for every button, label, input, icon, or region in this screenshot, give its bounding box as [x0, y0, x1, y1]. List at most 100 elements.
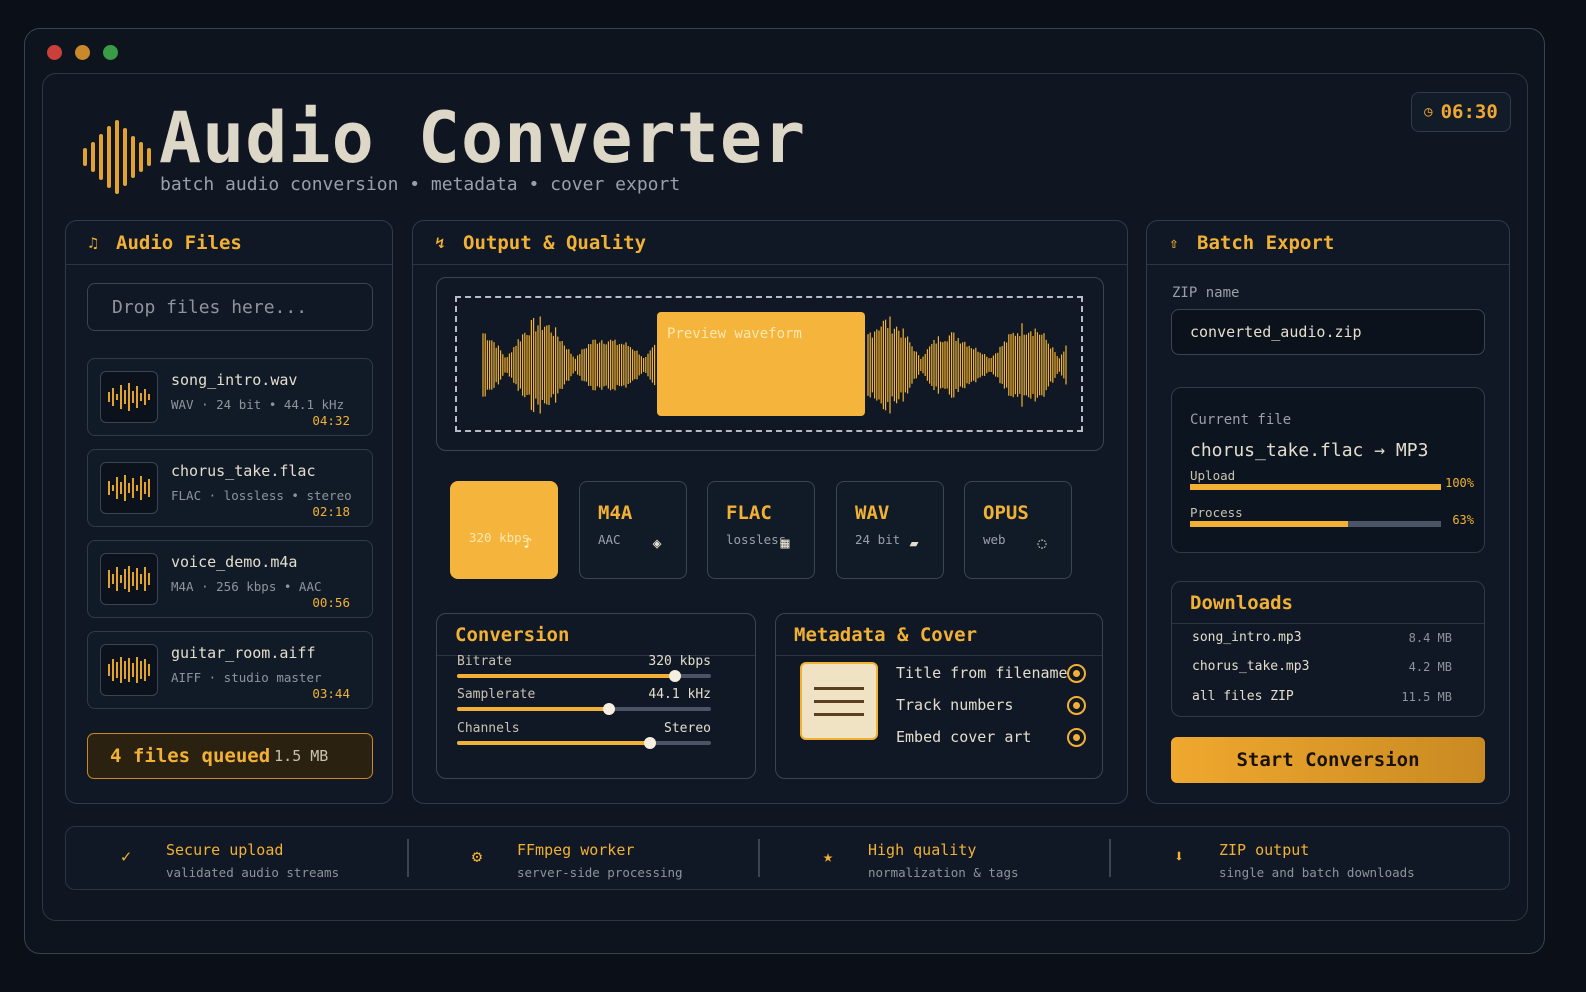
file-item[interactable]: voice_demo.m4a M4A · 256 kbps • AAC 00:5…	[87, 540, 373, 618]
download-item[interactable]: chorus_take.mp3 4.2 MB	[1192, 659, 1452, 674]
download-name: song_intro.mp3	[1192, 630, 1302, 645]
format-name: WAV	[855, 502, 890, 524]
format-option-m4a[interactable]: M4A AAC ◈	[579, 481, 687, 579]
features-bar: ✓ Secure upload validated audio streams …	[65, 826, 1510, 890]
upload-icon: ⇧	[1169, 233, 1179, 252]
file-duration: 04:32	[312, 413, 350, 428]
option-title-from-filename[interactable]: Title from filename	[896, 664, 1086, 683]
music-note-icon: ♪	[523, 534, 533, 552]
feature-sub: single and batch downloads	[1219, 865, 1415, 880]
feature-title: Secure upload	[166, 841, 284, 859]
waveform-logo-icon	[83, 120, 151, 194]
minimize-window-button[interactable]	[75, 45, 90, 60]
slider-knob[interactable]	[669, 670, 682, 682]
slider-value: 44.1 kHz	[648, 687, 711, 702]
slider-track[interactable]	[457, 703, 711, 715]
option-label: Embed cover art	[896, 728, 1032, 746]
feature-sub: server-side processing	[517, 865, 683, 880]
download-name: chorus_take.mp3	[1192, 659, 1310, 674]
slider-knob[interactable]	[644, 737, 657, 749]
conversion-title: Conversion	[437, 614, 755, 656]
progress-percent: 63%	[1452, 513, 1474, 527]
download-item[interactable]: all files ZIP 11.5 MB	[1192, 689, 1452, 704]
slider-track[interactable]	[457, 737, 711, 749]
waveform-preview[interactable]: Preview waveform	[436, 277, 1104, 451]
download-item[interactable]: song_intro.mp3 8.4 MB	[1192, 630, 1452, 645]
star-icon: ★	[822, 847, 834, 867]
option-track-numbers[interactable]: Track numbers	[896, 696, 1086, 715]
file-item[interactable]: chorus_take.flac FLAC · lossless • stere…	[87, 449, 373, 527]
feature-sub: validated audio streams	[166, 865, 340, 880]
download-name: all files ZIP	[1192, 689, 1294, 704]
option-radio[interactable]	[1067, 696, 1086, 715]
file-item[interactable]: guitar_room.aiff AIFF · studio master 03…	[87, 631, 373, 709]
slider-fill	[457, 674, 676, 678]
format-option-wav[interactable]: WAV 24 bit ▰	[836, 481, 944, 579]
cover-art-thumbnail[interactable]	[800, 662, 878, 740]
file-meta: M4A · 256 kbps • AAC	[171, 579, 322, 594]
zip-name-input[interactable]: converted_audio.zip	[1171, 309, 1485, 355]
lightning-icon: ↯	[435, 233, 445, 252]
option-radio[interactable]	[1067, 664, 1086, 683]
audio-files-title: Audio Files	[116, 231, 242, 254]
slider-fill	[457, 741, 651, 745]
format-sub: web	[983, 532, 1006, 547]
option-embed-cover-art[interactable]: Embed cover art	[896, 728, 1086, 747]
format-option-flac[interactable]: FLAC lossless ▦	[707, 481, 815, 579]
app-window: Audio Converter batch audio conversion •…	[24, 28, 1545, 954]
format-name: OPUS	[983, 502, 1029, 524]
divider	[1109, 839, 1111, 877]
preview-waveform-label: Preview waveform	[657, 312, 865, 416]
format-name: FLAC	[726, 502, 772, 524]
download-size: 11.5 MB	[1401, 690, 1452, 704]
batch-export-panel: ⇧ Batch Export ZIP name converted_audio.…	[1146, 220, 1510, 804]
progress-fill	[1190, 521, 1349, 527]
close-window-button[interactable]	[47, 45, 62, 60]
file-item[interactable]: song_intro.wav WAV · 24 bit • 44.1 kHz 0…	[87, 358, 373, 436]
current-file-label: Current file	[1190, 412, 1292, 428]
file-name: chorus_take.flac	[171, 462, 316, 480]
grid-icon: ▦	[780, 534, 790, 552]
file-name: guitar_room.aiff	[171, 644, 316, 662]
feature-ffmpeg-worker: ⚙ FFmpeg worker server-side processing	[417, 827, 767, 889]
output-quality-title: Output & Quality	[463, 231, 647, 254]
music-note-icon: ♫	[88, 233, 98, 252]
circle-icon: ◌	[1037, 534, 1047, 552]
output-quality-header: ↯ Output & Quality	[413, 221, 1127, 265]
progress-track	[1190, 521, 1441, 527]
file-name: song_intro.wav	[171, 371, 298, 389]
app-subtitle: batch audio conversion • metadata • cove…	[160, 174, 681, 195]
slider-track[interactable]	[457, 670, 711, 682]
progress-fill	[1190, 484, 1441, 490]
slider-value: Stereo	[664, 721, 711, 736]
downloads-title: Downloads	[1172, 582, 1484, 624]
current-file-card: Current file chorus_take.flac → MP3 Uplo…	[1171, 387, 1485, 553]
file-duration: 03:44	[312, 686, 350, 701]
option-label: Title from filename	[896, 664, 1068, 682]
maximize-window-button[interactable]	[103, 45, 118, 60]
file-dropzone[interactable]: Drop files here...	[87, 283, 373, 331]
format-option-mp3[interactable]: 320 kbps ♪	[450, 481, 558, 579]
gear-icon: ⚙	[471, 847, 483, 867]
divider	[758, 839, 760, 877]
start-conversion-button[interactable]: Start Conversion	[1171, 737, 1485, 783]
batch-export-title: Batch Export	[1197, 231, 1335, 254]
feature-secure-upload: ✓ Secure upload validated audio streams	[66, 827, 416, 889]
slider-label: Bitrate	[457, 654, 512, 669]
option-radio[interactable]	[1067, 728, 1086, 747]
slider-knob[interactable]	[603, 703, 616, 715]
feature-title: High quality	[868, 841, 977, 859]
file-waveform-icon	[100, 553, 158, 605]
file-name: voice_demo.m4a	[171, 553, 298, 571]
feature-high-quality: ★ High quality normalization & tags	[768, 827, 1118, 889]
file-waveform-icon	[100, 644, 158, 696]
check-icon: ✓	[120, 847, 132, 867]
app-frame: Audio Converter batch audio conversion •…	[42, 73, 1528, 921]
file-duration: 00:56	[312, 595, 350, 610]
bar-icon: ▰	[909, 534, 919, 552]
divider	[407, 839, 409, 877]
file-waveform-icon	[100, 462, 158, 514]
format-option-opus[interactable]: OPUS web ◌	[964, 481, 1072, 579]
format-sub: 24 bit	[855, 532, 901, 547]
slider-value: 320 kbps	[648, 654, 711, 669]
